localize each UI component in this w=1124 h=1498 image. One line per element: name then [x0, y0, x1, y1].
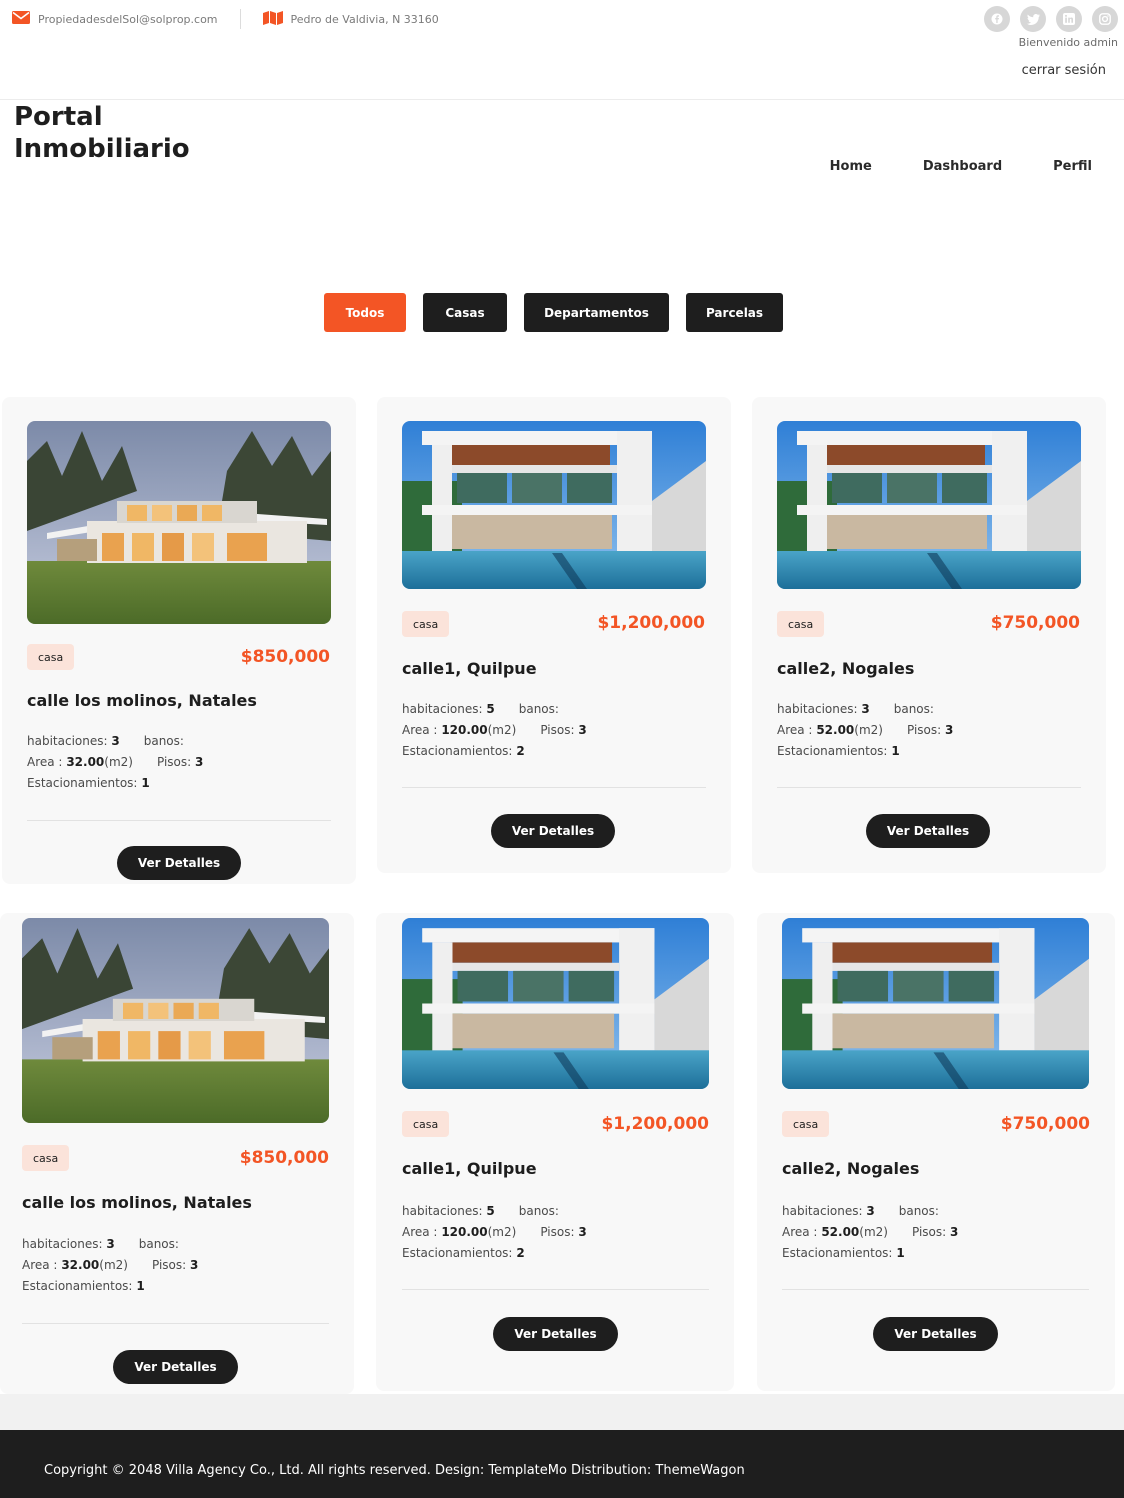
divider: [402, 1289, 709, 1290]
property-card: casa $850,000 calle los molinos, Natales…: [0, 913, 354, 1394]
divider: [239, 9, 241, 29]
property-card: casa $750,000 calle2, Nogales habitacion…: [757, 913, 1115, 1391]
property-address[interactable]: calle2, Nogales: [777, 659, 914, 678]
ver-detalles-button[interactable]: Ver Detalles: [117, 846, 241, 880]
instagram-icon[interactable]: [1092, 6, 1118, 32]
twitter-icon[interactable]: [1020, 6, 1046, 32]
property-price: $750,000: [990, 613, 1080, 633]
linkedin-icon[interactable]: [1056, 6, 1082, 32]
ver-detalles-button[interactable]: Ver Detalles: [866, 814, 990, 848]
property-type-badge: casa: [27, 644, 75, 670]
property-type-badge: casa: [782, 1111, 830, 1137]
property-photo[interactable]: [402, 421, 706, 589]
divider: [27, 820, 331, 821]
footer: Copyright © 2048 Villa Agency Co., Ltd. …: [0, 1430, 1124, 1498]
contact-email[interactable]: PropiedadesdelSol@solprop.com: [38, 13, 218, 26]
property-specs: habitaciones: 3 banos: Area : 52.00(m2) Pi…: [782, 1204, 959, 1260]
property-specs: habitaciones: 3 banos: Area : 32.00(m2) Pi…: [22, 1237, 199, 1293]
nav-home[interactable]: Home: [830, 159, 872, 174]
divider: [22, 1323, 329, 1324]
filter-departamentos-button[interactable]: Departamentos: [524, 293, 669, 332]
property-card: casa $1,200,000 calle1, Quilpue habitaci…: [376, 913, 734, 1391]
property-price: $1,200,000: [601, 1114, 709, 1134]
property-photo[interactable]: [27, 421, 331, 624]
brand-line-2: Inmobiliario: [14, 134, 190, 164]
property-price: $750,000: [1000, 1114, 1090, 1134]
property-specs: habitaciones: 3 banos: Area : 52.00(m2) Pi…: [777, 702, 954, 758]
contact-info: PropiedadesdelSol@solprop.com Pedro de V…: [12, 9, 439, 29]
property-photo[interactable]: [782, 918, 1089, 1089]
property-type-badge: casa: [777, 611, 825, 637]
nav-dashboard[interactable]: Dashboard: [923, 159, 1002, 174]
property-specs: habitaciones: 5 banos: Area : 120.00(m2) P…: [402, 1204, 587, 1260]
property-address[interactable]: calle los molinos, Natales: [22, 1193, 252, 1212]
property-card: casa $850,000 calle los molinos, Natales…: [2, 397, 356, 884]
property-address[interactable]: calle1, Quilpue: [402, 659, 537, 678]
property-price: $850,000: [240, 647, 330, 667]
footer-spacer: [0, 1394, 1124, 1430]
ver-detalles-button[interactable]: Ver Detalles: [491, 814, 615, 848]
contact-address: Pedro de Valdivia, N 33160: [290, 12, 439, 26]
facebook-icon[interactable]: [984, 6, 1010, 32]
social-links: [984, 6, 1118, 32]
divider: [777, 787, 1081, 788]
copyright-text: Copyright © 2048 Villa Agency Co., Ltd. …: [44, 1463, 745, 1478]
envelope-icon: [12, 11, 30, 27]
divider: [402, 787, 706, 788]
property-photo[interactable]: [402, 918, 709, 1089]
property-card: casa $1,200,000 calle1, Quilpue habitaci…: [377, 397, 731, 873]
property-specs: habitaciones: 3 banos: Area : 32.00(m2) Pi…: [27, 734, 204, 790]
brand-line-1: Portal: [14, 102, 103, 132]
ver-detalles-button[interactable]: Ver Detalles: [873, 1317, 998, 1351]
property-type-badge: casa: [402, 611, 450, 637]
welcome-text: Bienvenido admin: [1018, 36, 1118, 49]
property-specs: habitaciones: 5 banos: Area : 120.00(m2) P…: [402, 702, 587, 758]
property-price: $1,200,000: [597, 613, 705, 633]
filter-parcelas-button[interactable]: Parcelas: [686, 293, 783, 332]
top-bar: PropiedadesdelSol@solprop.com Pedro de V…: [0, 0, 1124, 100]
ver-detalles-button[interactable]: Ver Detalles: [493, 1317, 618, 1351]
filter-todos-button[interactable]: Todos: [324, 293, 406, 332]
filter-casas-button[interactable]: Casas: [423, 293, 507, 332]
property-price: $850,000: [239, 1148, 329, 1168]
main-nav: Home Dashboard Perfil: [830, 159, 1092, 174]
property-address[interactable]: calle los molinos, Natales: [27, 691, 257, 710]
nav-perfil[interactable]: Perfil: [1053, 159, 1092, 174]
divider: [782, 1289, 1089, 1290]
ver-detalles-button[interactable]: Ver Detalles: [113, 1350, 238, 1384]
property-filters: Todos Casas Departamentos Parcelas: [324, 293, 783, 332]
property-address[interactable]: calle2, Nogales: [782, 1159, 919, 1178]
property-photo[interactable]: [22, 918, 329, 1123]
map-icon: [262, 10, 283, 28]
property-card: casa $750,000 calle2, Nogales habitacion…: [752, 397, 1106, 873]
property-photo[interactable]: [777, 421, 1081, 589]
property-address[interactable]: calle1, Quilpue: [402, 1159, 537, 1178]
logout-link[interactable]: cerrar sesión: [1022, 63, 1106, 78]
property-type-badge: casa: [402, 1111, 450, 1137]
site-logo[interactable]: Portal Inmobiliario: [14, 101, 244, 165]
property-type-badge: casa: [22, 1145, 70, 1171]
